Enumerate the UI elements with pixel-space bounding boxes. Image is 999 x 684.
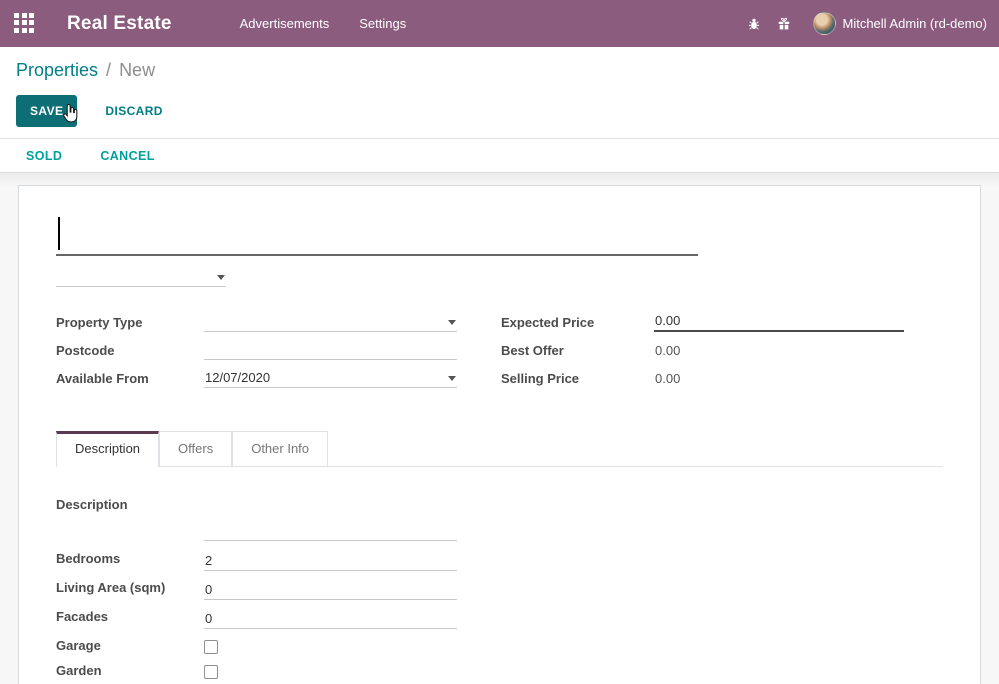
- living-area-value: 0: [205, 582, 212, 597]
- expected-price-input[interactable]: 0.00: [654, 313, 904, 332]
- field-row-living-area: Living Area (sqm) 0: [56, 580, 943, 600]
- garage-checkbox[interactable]: [204, 640, 218, 654]
- field-row-selling-price: Selling Price 0.00: [501, 369, 905, 388]
- user-menu[interactable]: Mitchell Admin (rd-demo): [843, 16, 988, 31]
- bedrooms-value: 2: [205, 553, 212, 568]
- cancel-button[interactable]: CANCEL: [100, 149, 154, 163]
- left-field-column: Property Type Postcode Available Fr: [56, 313, 457, 397]
- gift-icon[interactable]: [769, 9, 799, 39]
- postcode-input[interactable]: [204, 357, 457, 360]
- garden-checkbox[interactable]: [204, 665, 218, 679]
- notebook: Description Offers Other Info Descriptio…: [56, 431, 943, 684]
- chevron-down-icon: [448, 320, 456, 325]
- available-from-date-input[interactable]: 12/07/2020: [204, 370, 457, 388]
- garden-label: Garden: [56, 663, 204, 680]
- facades-value: 0: [205, 611, 212, 626]
- field-row-available-from: Available From 12/07/2020: [56, 369, 457, 388]
- breadcrumb-separator: /: [106, 60, 111, 81]
- breadcrumb-current: New: [119, 60, 155, 81]
- property-type-label: Property Type: [56, 315, 204, 332]
- save-button[interactable]: SAVE: [16, 95, 77, 127]
- field-row-expected-price: Expected Price 0.00: [501, 313, 905, 332]
- text-caret: [58, 217, 60, 250]
- expected-price-label: Expected Price: [501, 315, 654, 332]
- form-sheet: Property Type Postcode Available Fr: [18, 185, 981, 684]
- control-panel: Properties / New SAVE DISCARD: [0, 47, 999, 138]
- field-row-garden: Garden: [56, 663, 943, 680]
- tab-description[interactable]: Description: [56, 431, 159, 466]
- field-row-property-type: Property Type: [56, 313, 457, 332]
- expected-price-value: 0.00: [655, 313, 680, 328]
- best-offer-label: Best Offer: [501, 343, 654, 360]
- chevron-down-icon: [448, 376, 456, 381]
- form-statusbar: SOLD CANCEL: [0, 138, 999, 173]
- tags-input[interactable]: [56, 266, 226, 287]
- field-row-bedrooms: Bedrooms 2: [56, 551, 943, 571]
- chevron-down-icon: [217, 275, 225, 280]
- debug-bug-icon[interactable]: [739, 9, 769, 39]
- available-from-label: Available From: [56, 371, 204, 388]
- navbar-right: Mitchell Admin (rd-demo): [739, 9, 988, 39]
- navbar-menus: Advertisements Settings: [229, 10, 418, 37]
- available-from-value: 12/07/2020: [205, 370, 270, 385]
- record-action-buttons: SAVE DISCARD: [16, 95, 983, 127]
- living-area-input[interactable]: 0: [204, 582, 457, 600]
- menu-advertisements[interactable]: Advertisements: [229, 10, 341, 37]
- field-row-garage: Garage: [56, 638, 943, 655]
- description-tab-pane: Description Bedrooms 2 Living Area (sqm): [56, 467, 943, 684]
- tab-offers[interactable]: Offers: [159, 431, 232, 466]
- tab-other-info[interactable]: Other Info: [232, 431, 328, 466]
- living-area-label: Living Area (sqm): [56, 580, 204, 597]
- breadcrumb: Properties / New: [16, 60, 983, 81]
- tab-bar: Description Offers Other Info: [56, 431, 943, 467]
- description-label: Description: [56, 497, 204, 514]
- discard-button[interactable]: DISCARD: [105, 104, 162, 118]
- field-row-facades: Facades 0: [56, 609, 943, 629]
- top-navbar: Real Estate Advertisements Settings: [0, 0, 999, 47]
- right-field-column: Expected Price 0.00 Best Offer 0.00 Sell…: [501, 313, 905, 397]
- real-estate-form-page: Real Estate Advertisements Settings: [0, 0, 999, 684]
- app-title[interactable]: Real Estate: [67, 13, 172, 35]
- selling-price-value: 0.00: [654, 371, 905, 388]
- bedrooms-input[interactable]: 2: [204, 553, 457, 571]
- postcode-label: Postcode: [56, 343, 204, 360]
- bedrooms-label: Bedrooms: [56, 551, 204, 568]
- form-content-area: Property Type Postcode Available Fr: [0, 173, 999, 684]
- best-offer-value: 0.00: [654, 343, 905, 360]
- selling-price-label: Selling Price: [501, 371, 654, 388]
- facades-label: Facades: [56, 609, 204, 626]
- field-row-postcode: Postcode: [56, 341, 457, 360]
- menu-settings[interactable]: Settings: [348, 10, 417, 37]
- sold-button[interactable]: SOLD: [26, 149, 62, 163]
- user-avatar[interactable]: [813, 12, 836, 35]
- field-grid: Property Type Postcode Available Fr: [56, 313, 943, 397]
- description-textarea[interactable]: [204, 497, 457, 541]
- field-row-best-offer: Best Offer 0.00: [501, 341, 905, 360]
- garage-label: Garage: [56, 638, 204, 655]
- property-type-select[interactable]: [204, 329, 457, 332]
- field-row-description: Description: [56, 497, 943, 541]
- property-name-input[interactable]: [56, 210, 698, 256]
- apps-grid-icon[interactable]: [14, 13, 36, 35]
- breadcrumb-properties-link[interactable]: Properties: [16, 60, 98, 81]
- facades-input[interactable]: 0: [204, 611, 457, 629]
